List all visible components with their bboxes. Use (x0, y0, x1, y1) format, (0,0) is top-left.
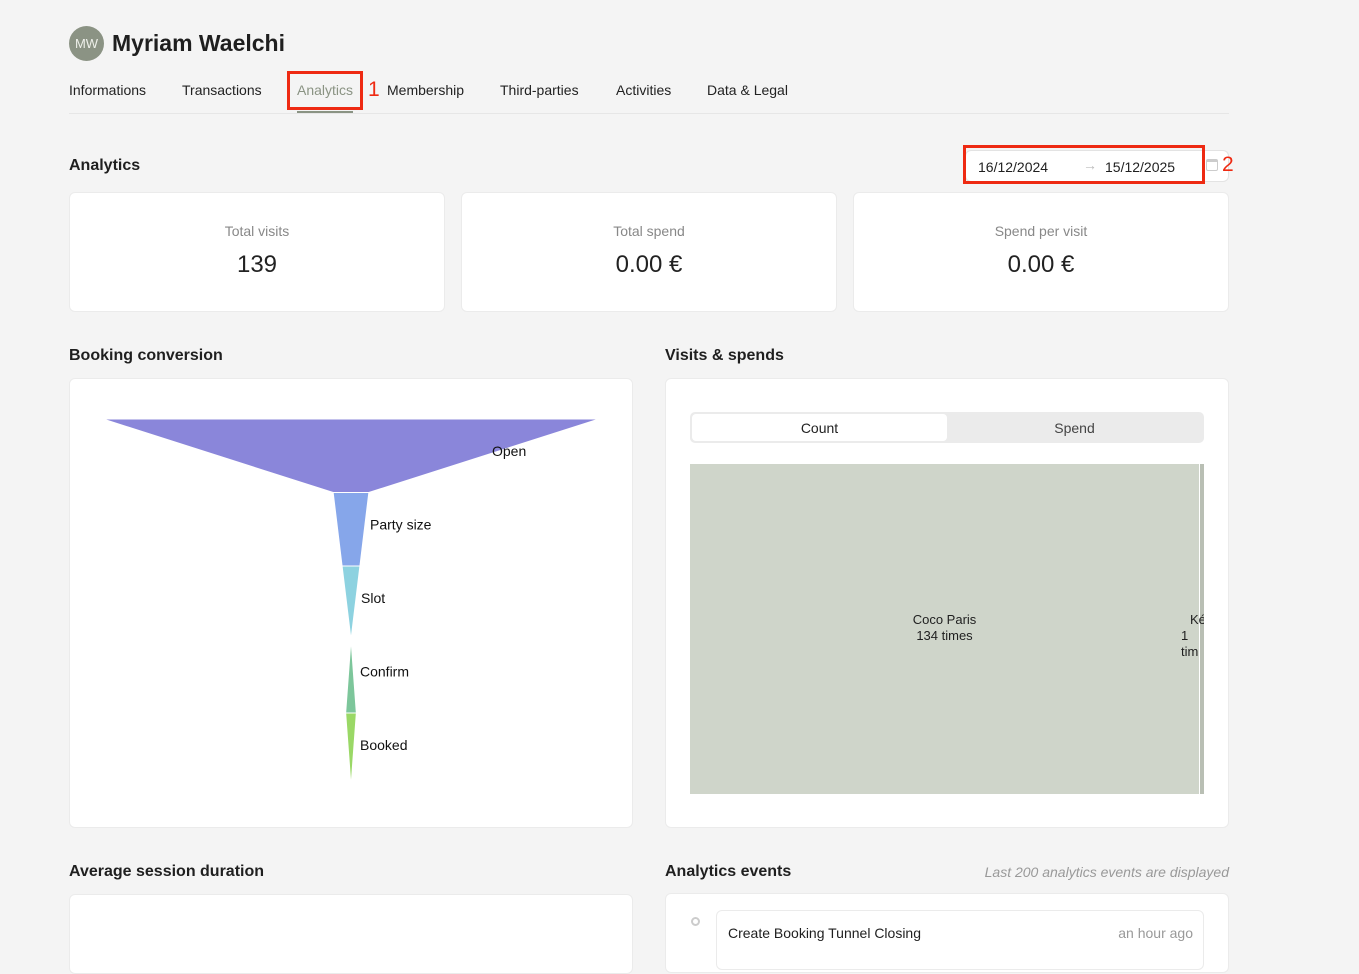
calendar-icon[interactable] (1206, 159, 1218, 171)
section-title-analytics: Analytics (69, 157, 141, 174)
events-note: Last 200 analytics events are displayed (984, 864, 1229, 880)
funnel-stage-party-size[interactable] (332, 492, 370, 567)
event-time: an hour ago (1118, 925, 1193, 941)
stat-label: Total visits (224, 223, 290, 239)
section-title-visits-spends: Visits & spends (665, 347, 784, 364)
funnel-stage-booked[interactable] (345, 712, 357, 787)
treemap-cell-coco-paris[interactable]: Coco Paris 134 times (690, 464, 1199, 794)
annotation-box-2 (963, 145, 1205, 184)
treemap-cell-count: 134 times (916, 628, 973, 643)
section-title-booking-conversion: Booking conversion (69, 347, 223, 364)
treemap-cell-name: Coco Paris (912, 612, 977, 627)
tab-bar: Informations Transactions Analytics Memb… (69, 82, 1229, 114)
toggle-spend[interactable]: Spend (947, 414, 1202, 441)
stat-total-visits: Total visits 139 (69, 192, 445, 312)
annotation-label-1: 1 (368, 78, 380, 101)
treemap-cell-name: Ké (1190, 612, 1204, 627)
tab-third-parties[interactable]: Third-parties (500, 82, 579, 98)
annotation-box-1 (287, 71, 363, 110)
stat-total-spend: Total spend 0.00 € (461, 192, 837, 312)
count-spend-toggle: Count Spend (690, 412, 1204, 443)
stat-spend-per-visit: Spend per visit 0.00 € (853, 192, 1229, 312)
tab-activities[interactable]: Activities (616, 82, 671, 98)
funnel-chart: Open Party size Slot Confirm Booked (102, 418, 600, 787)
funnel-label: Booked (360, 737, 407, 753)
events-card: Create Booking Tunnel Closing an hour ag… (665, 893, 1229, 973)
funnel-label: Party size (370, 517, 432, 533)
stat-label: Spend per visit (994, 223, 1088, 239)
treemap-cell-count: 1 tim (1181, 628, 1199, 659)
funnel-stage-confirm[interactable] (345, 639, 357, 714)
stat-value: 0.00 € (1007, 251, 1075, 278)
stat-label: Total spend (613, 223, 685, 239)
event-item[interactable]: Create Booking Tunnel Closing an hour ag… (716, 910, 1204, 970)
tab-data-legal[interactable]: Data & Legal (707, 82, 788, 98)
funnel-card: Open Party size Slot Confirm Booked (69, 378, 633, 828)
timeline-dot-icon (691, 917, 700, 926)
section-title-analytics-events: Analytics events (665, 863, 792, 880)
stat-value: 0.00 € (615, 251, 683, 278)
funnel-stage-slot[interactable] (341, 565, 361, 640)
toggle-count[interactable]: Count (692, 414, 947, 441)
treemap-cell-label-ke: Ké 1 tim (1181, 612, 1204, 660)
annotation-label-2: 2 (1222, 153, 1234, 176)
customer-name: Myriam Waelchi (112, 30, 285, 56)
session-card (69, 894, 633, 974)
funnel-label: Confirm (360, 664, 409, 680)
stat-value: 139 (236, 251, 278, 278)
tab-informations[interactable]: Informations (69, 82, 146, 98)
tab-transactions[interactable]: Transactions (182, 82, 262, 98)
tab-membership[interactable]: Membership (387, 82, 464, 98)
treemap: Coco Paris 134 times Ké 1 tim (690, 464, 1204, 794)
section-title-session-duration: Average session duration (69, 863, 265, 880)
funnel-label: Open (492, 443, 526, 459)
avatar: MW (69, 26, 104, 61)
event-name: Create Booking Tunnel Closing (728, 925, 922, 941)
funnel-label: Slot (361, 590, 385, 606)
